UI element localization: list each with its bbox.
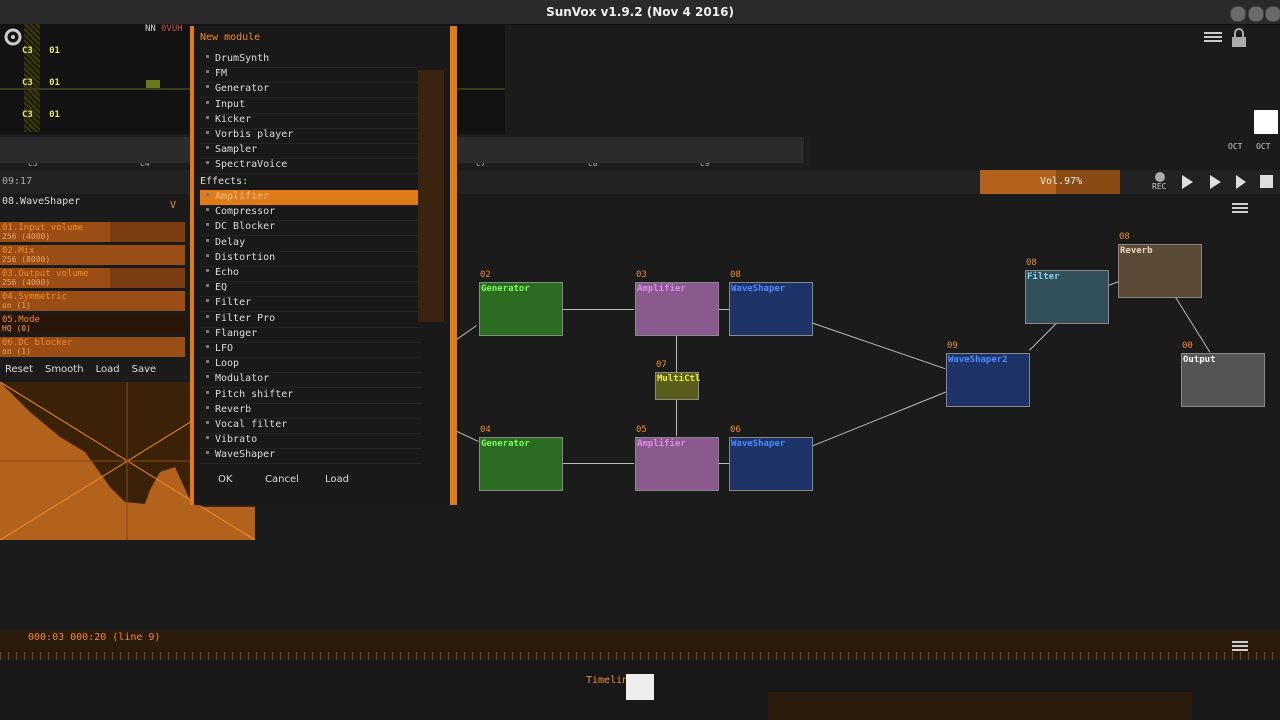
play-icon[interactable] [1180,174,1194,193]
module-multictl-07[interactable]: 07 MultiCtl [655,360,700,400]
dialog-border [450,26,457,505]
effect-type-item[interactable]: Pitch shifter [200,388,422,404]
effect-type-item[interactable]: Loop [200,357,422,374]
reset-button[interactable]: Reset [5,364,33,375]
module-amplifier-05[interactable]: 05 Amplifier [635,425,719,491]
controller-dc-blocker[interactable]: 06.DC blocker on (1) [0,337,185,357]
modules-menu-icon[interactable] [1232,202,1248,214]
maximize-button[interactable] [1248,6,1264,22]
module-type-item[interactable]: FM [200,67,422,84]
module-type-item[interactable]: Input [200,98,422,114]
module-link [811,391,946,447]
controller-symmetric[interactable]: 04.Symmetric on (1) [0,291,185,311]
timeline-ruler[interactable]: 000:03 000:20 (line 9) [0,630,1280,660]
timeline-area[interactable]: Timeline [0,660,1280,720]
module-type-item[interactable]: SpectraVoice [200,158,422,175]
controller-mode[interactable]: 05.Mode HQ (0) [0,314,185,334]
collapse-toggle[interactable]: V [170,200,176,211]
module-type-item[interactable]: Kicker [200,113,422,129]
controller-mix[interactable]: 02.Mix 256 (8000) [0,245,185,265]
timeline-position: 000:03 000:20 (line 9) [28,632,161,643]
effect-type-item[interactable]: Echo [200,266,422,282]
module-waveshaper2[interactable]: 09 WaveShaper2 [946,341,1030,407]
module-type-item[interactable]: Vorbis player [200,128,422,144]
effect-type-item[interactable]: Vibrato [200,433,422,450]
module-link [455,325,477,341]
module-link [562,463,634,464]
time-display: 09:17 [2,176,33,187]
controller-input-volume[interactable]: 01.Input volume 256 (4000) [0,222,185,242]
timeline-pattern-block[interactable] [768,692,1192,720]
module-type-item[interactable]: Generator [200,82,422,99]
module-type-item[interactable]: Sampler [200,143,422,160]
pattern-cursor [146,80,160,88]
cancel-button[interactable]: Cancel [265,474,299,485]
module-waveshaper-08[interactable]: 08 WaveShaper [729,270,813,336]
minimize-button[interactable] [1230,6,1246,22]
module-waveshaper-06[interactable]: 06 WaveShaper [729,425,813,491]
effect-type-item[interactable]: Filter Pro [200,312,422,328]
module-link [562,309,634,310]
module-link [718,309,729,310]
module-generator-04[interactable]: 04 Generator [479,425,563,491]
effect-type-item[interactable]: Amplifier [200,190,422,206]
module-list[interactable]: DrumSynth FM Generator Input Kicker Vorbis pl… [194,26,424,466]
pattern-row[interactable]: C3 01 [22,78,60,88]
module-title: 08.WaveShaper [2,196,81,207]
effect-type-item[interactable]: Reverb [200,403,422,419]
load-module-button[interactable]: Load [325,474,349,485]
effect-type-item[interactable]: Distortion [200,251,422,267]
effect-type-item[interactable]: Flanger [200,327,422,343]
lock-icon[interactable] [1230,28,1248,48]
module-list-scrollbar[interactable] [418,70,444,322]
effect-type-item[interactable]: Compressor [200,205,422,222]
module-reverb[interactable]: 08 Reverb [1118,232,1202,298]
octave-down-button[interactable]: OCT [1228,142,1242,151]
load-button[interactable]: Load [96,364,120,375]
column-header-2: 0VUH [161,24,183,34]
close-button[interactable] [1265,6,1280,22]
pattern-row[interactable]: C3 01 [22,46,60,56]
smooth-button[interactable]: Smooth [45,364,84,375]
gear-icon[interactable] [2,26,24,50]
pattern-row[interactable]: C3 01 [22,110,60,120]
column-header: NN [145,24,156,34]
controller-output-volume[interactable]: 03.Output volume 256 (4000) [0,268,185,288]
octave-up-button[interactable]: OCT [1256,142,1270,151]
menu-icon[interactable] [1204,30,1222,46]
effect-type-item[interactable]: Delay [200,236,422,252]
timeline-qr-icon [626,674,654,700]
play-pattern-icon[interactable] [1208,174,1222,193]
effect-type-item[interactable]: Modulator [200,372,422,389]
stop-icon[interactable] [1260,175,1273,188]
record-button[interactable]: REC [1152,172,1168,192]
qr-code-icon [1254,110,1278,134]
module-link [810,322,946,370]
effect-type-item[interactable]: Vocal filter [200,418,422,434]
window-title: SunVox v1.9.2 (Nov 4 2016) [546,5,734,19]
module-type-item[interactable]: DrumSynth [200,52,422,68]
title-bar: SunVox v1.9.2 (Nov 4 2016) [0,0,1280,25]
effect-type-item[interactable]: DC Blocker [200,220,422,237]
volume-label: Vol.97% [1040,176,1083,187]
module-output[interactable]: 00 Output [1181,341,1265,407]
ok-button[interactable]: OK [218,474,232,485]
piano-key[interactable] [792,137,805,163]
save-button[interactable]: Save [132,364,157,375]
effect-type-item[interactable]: EQ [200,281,422,298]
timeline-menu-icon[interactable] [1232,640,1248,652]
module-link [718,463,729,464]
module-link [454,430,479,442]
timeline-ticks [0,652,1280,660]
module-amplifier-03[interactable]: 03 Amplifier [635,270,719,336]
module-generator-02[interactable]: 02 Generator [479,270,563,336]
effect-type-item[interactable]: WaveShaper [200,448,422,465]
effect-type-item[interactable]: Filter [200,296,422,313]
effect-type-item[interactable]: LFO [200,342,422,358]
play-from-cursor-icon[interactable] [1234,174,1250,193]
module-filter[interactable]: 08 Filter [1025,258,1109,324]
